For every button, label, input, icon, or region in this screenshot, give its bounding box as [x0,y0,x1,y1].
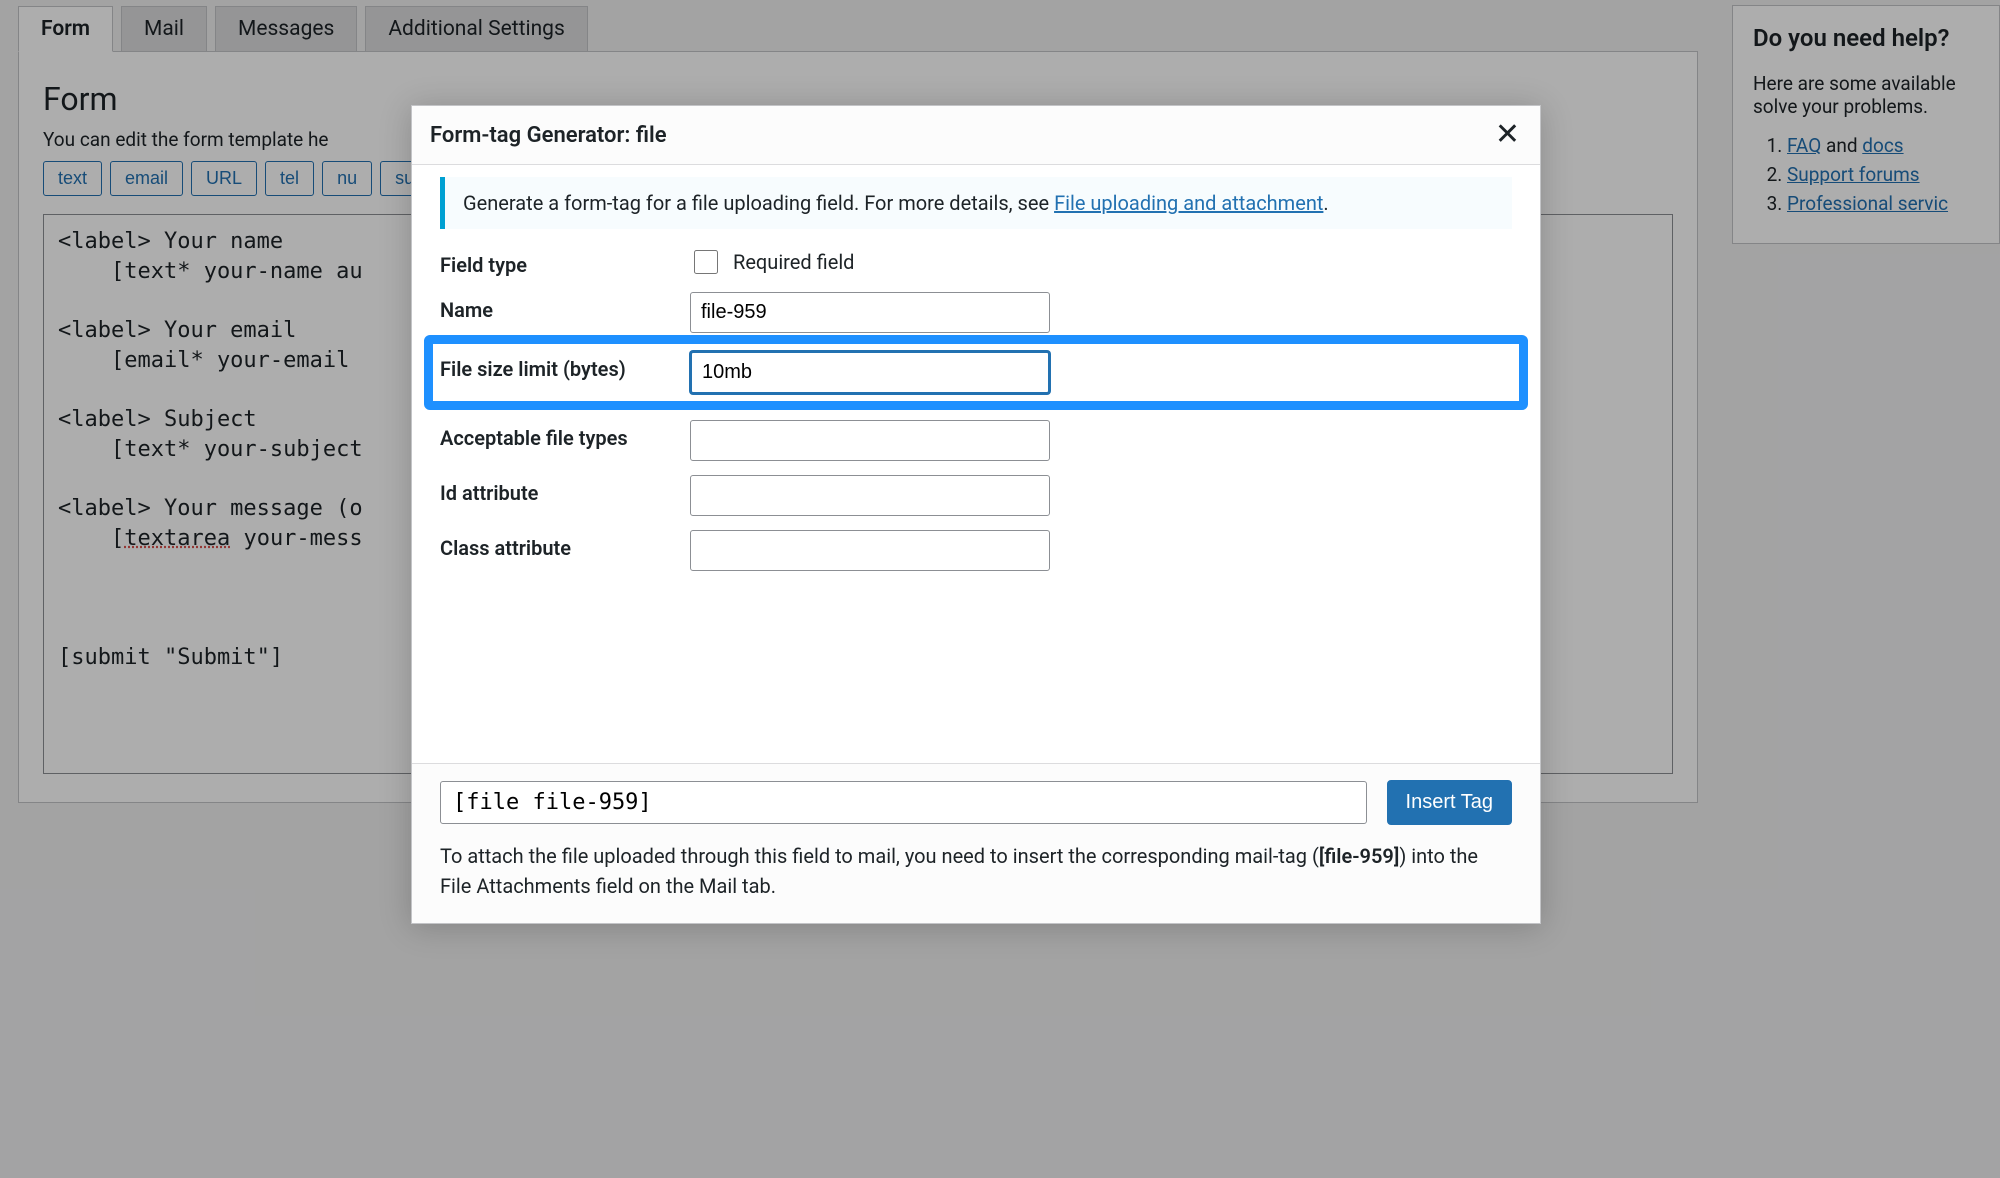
file-types-input[interactable] [690,420,1050,461]
file-size-limit-input[interactable] [690,351,1050,394]
class-attr-input[interactable] [690,530,1050,571]
modal-body: Generate a form-tag for a file uploading… [412,165,1540,763]
row-name: Name [440,292,1512,333]
label-name: Name [440,292,690,323]
modal-header: Form-tag Generator: file ✕ [412,106,1540,165]
label-file-types: Acceptable file types [440,420,690,451]
close-icon[interactable]: ✕ [1495,120,1520,150]
label-class-attr: Class attribute [440,530,690,561]
footer-top-row: Insert Tag [440,780,1512,825]
row-file-size-limit: File size limit (bytes) [440,347,1512,398]
insert-tag-button[interactable]: Insert Tag [1387,780,1512,825]
required-field-checkbox[interactable] [694,250,718,274]
row-field-type: Field type Required field [440,247,1512,278]
generated-tag-input[interactable] [440,781,1367,824]
required-field-label: Required field [733,250,854,274]
row-file-types: Acceptable file types [440,420,1512,461]
modal-title: Form-tag Generator: file [430,123,667,148]
row-class-attr: Class attribute [440,530,1512,571]
label-file-size-limit: File size limit (bytes) [440,351,690,382]
label-id-attr: Id attribute [440,475,690,506]
row-id-attr: Id attribute [440,475,1512,516]
form-tag-generator-modal: Form-tag Generator: file ✕ Generate a fo… [411,105,1541,924]
name-input[interactable] [690,292,1050,333]
file-uploading-doc-link[interactable]: File uploading and attachment [1054,191,1323,215]
mail-tag: [file-959] [1319,844,1399,868]
required-field-checkbox-wrap[interactable]: Required field [690,247,1050,277]
modal-info-banner: Generate a form-tag for a file uploading… [440,177,1512,229]
id-attr-input[interactable] [690,475,1050,516]
footer-note: To attach the file uploaded through this… [440,841,1512,901]
modal-footer: Insert Tag To attach the file uploaded t… [412,763,1540,923]
label-field-type: Field type [440,247,690,278]
